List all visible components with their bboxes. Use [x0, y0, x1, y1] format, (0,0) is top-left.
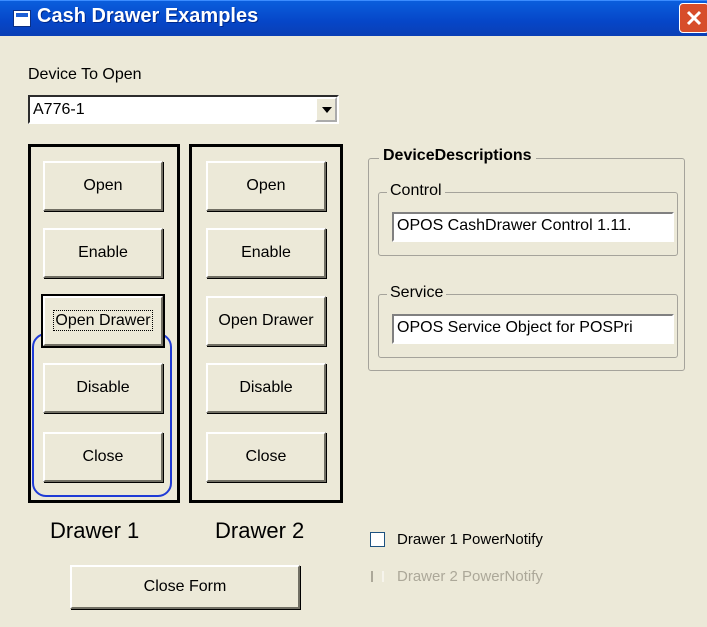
drawer2-label: Drawer 2	[215, 518, 305, 543]
drawer1-disable-button[interactable]: Disable	[43, 363, 163, 413]
close-form-button[interactable]: Close Form	[70, 565, 300, 609]
drawer2-enable-button[interactable]: Enable	[206, 228, 326, 278]
service-label: Service	[387, 284, 447, 302]
close-window-button[interactable]	[679, 3, 707, 33]
drawer2-open-button[interactable]: Open	[206, 161, 326, 211]
app-icon	[13, 10, 31, 27]
device-label: Device To Open	[28, 66, 142, 83]
drawer2-powernotify-checkbox	[370, 570, 385, 585]
drawer1-open-drawer-button[interactable]: Open Drawer	[41, 294, 165, 348]
drawer2-disable-button[interactable]: Disable	[206, 363, 326, 413]
drawer1-enable-button[interactable]: Enable	[43, 228, 163, 278]
drawer1-powernotify-checkbox[interactable]	[370, 532, 385, 547]
drawer2-open-drawer-button[interactable]: Open Drawer	[206, 296, 326, 346]
device-descriptions-legend: DeviceDescriptions	[379, 147, 536, 165]
drawer1-powernotify-label: Drawer 1 PowerNotify	[397, 531, 543, 548]
drawer1-open-drawer-label: Open Drawer	[53, 310, 153, 331]
dropdown-button[interactable]	[315, 97, 337, 122]
drawer2-powernotify-label: Drawer 2 PowerNotify	[397, 568, 543, 585]
device-select-value: A776-1	[33, 101, 85, 118]
title-bar[interactable]: Cash Drawer Examples	[0, 0, 707, 36]
drawer1-open-button[interactable]: Open	[43, 161, 163, 211]
control-label: Control	[387, 182, 445, 200]
device-select[interactable]: A776-1	[28, 95, 339, 124]
window-title: Cash Drawer Examples	[37, 5, 259, 27]
cash-drawer-window: Cash Drawer Examples Device To Open A776…	[0, 0, 707, 627]
service-field[interactable]: OPOS Service Object for POSPri	[392, 314, 674, 344]
disabled-checkbox-icon	[371, 571, 384, 582]
control-field[interactable]: OPOS CashDrawer Control 1.11.	[392, 212, 674, 242]
dropdown-arrow-icon	[322, 107, 332, 113]
drawer1-label: Drawer 1	[50, 518, 140, 543]
drawer2-close-button[interactable]: Close	[206, 432, 326, 482]
close-icon	[686, 10, 702, 26]
drawer1-close-button[interactable]: Close	[43, 432, 163, 482]
